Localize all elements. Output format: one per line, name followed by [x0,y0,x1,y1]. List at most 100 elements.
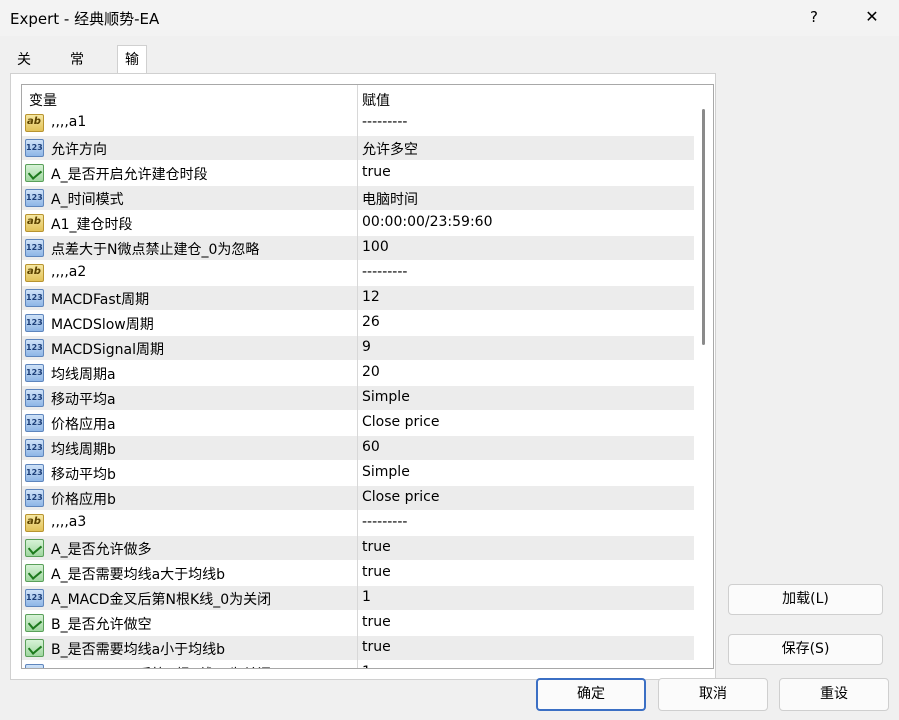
variable-name: MACDSlow周期 [51,317,154,333]
ok-button[interactable]: 确定 [536,678,646,711]
grid-rows: ,,,,a1---------允许方向允许多空A_是否开启允许建仓时段trueA… [22,111,694,668]
numeric-param-icon [25,339,44,357]
variable-name: A_是否需要均线a大于均线b [51,567,226,583]
tab-about[interactable]: 关于 [10,47,38,94]
numeric-param-icon [25,489,44,507]
variable-value[interactable]: Simple [362,464,410,480]
table-row[interactable]: A_时间模式 电脑时间 [22,186,694,211]
variable-value[interactable]: --------- [362,514,407,530]
table-row[interactable]: ,,,,a2 --------- [22,261,694,286]
variable-value[interactable]: 12 [362,289,380,305]
table-row[interactable]: 点差大于N微点禁止建仓_0为忽略 100 [22,236,694,261]
table-row[interactable]: MACDFast周期 12 [22,286,694,311]
variable-value[interactable]: true [362,164,391,180]
variable-name: B_是否允许做空 [51,617,152,633]
variable-name: B_是否需要均线a小于均线b [51,642,226,658]
variable-value[interactable]: 26 [362,314,380,330]
header-variable[interactable]: 变量 [29,90,57,110]
table-row[interactable]: B_是否允许做空 true [22,611,694,636]
numeric-param-icon [25,364,44,382]
variable-value[interactable]: 1 [362,664,371,668]
tab-inputs[interactable]: 输入参数 [117,45,147,152]
save-button[interactable]: 保存(S) [728,634,883,665]
string-param-icon [25,264,44,282]
boolean-param-icon [25,539,44,557]
variable-name: ,,,,a1 [51,114,87,130]
table-row[interactable]: ,,,,a3 --------- [22,511,694,536]
help-button[interactable]: ? [800,0,828,34]
boolean-param-icon [25,564,44,582]
scrollbar-thumb[interactable] [702,109,705,345]
table-row[interactable]: ,,,,a1 --------- [22,111,694,136]
table-row[interactable]: 均线周期a 20 [22,361,694,386]
table-row[interactable]: B_是否需要均线a小于均线b true [22,636,694,661]
variable-name: A1_建仓时段 [51,217,133,233]
table-row[interactable]: 移动平均b Simple [22,461,694,486]
string-param-icon [25,514,44,532]
variable-name: 价格应用a [51,417,116,433]
variable-name: A_是否开启允许建仓时段 [51,167,208,183]
tab-common[interactable]: 常用 [63,47,91,94]
variable-value[interactable]: 100 [362,239,389,255]
grid-header: 变量 赋值 [22,85,694,112]
variable-value[interactable]: 允许多空 [362,139,418,159]
variable-name: 价格应用b [51,492,116,508]
load-button[interactable]: 加载(L) [728,584,883,615]
variable-value[interactable]: 60 [362,439,380,455]
table-row[interactable]: 允许方向 允许多空 [22,136,694,161]
variable-value[interactable]: true [362,614,391,630]
variable-value[interactable]: 1 [362,589,371,605]
reset-button[interactable]: 重设 [779,678,889,711]
table-row[interactable]: A_是否允许做多 true [22,536,694,561]
table-row[interactable]: 移动平均a Simple [22,386,694,411]
numeric-param-icon [25,189,44,207]
table-row[interactable]: A_是否需要均线a大于均线b true [22,561,694,586]
variable-name: MACDFast周期 [51,292,150,308]
string-param-icon [25,114,44,132]
table-row[interactable]: MACDSlow周期 26 [22,311,694,336]
header-value[interactable]: 赋值 [362,90,390,110]
variable-value[interactable]: 电脑时间 [362,189,418,209]
table-row[interactable]: B_MACD死叉后第N根K线_0为关闭 1 [22,661,694,668]
boolean-param-icon [25,639,44,657]
column-divider [357,85,358,668]
variable-name: 移动平均a [51,392,116,408]
variable-value[interactable]: true [362,564,391,580]
numeric-param-icon [25,139,44,157]
variable-value[interactable]: 9 [362,339,371,355]
numeric-param-icon [25,289,44,307]
table-row[interactable]: 价格应用a Close price [22,411,694,436]
variable-value[interactable]: Simple [362,389,410,405]
variable-value[interactable]: --------- [362,114,407,130]
table-row[interactable]: A_是否开启允许建仓时段 true [22,161,694,186]
vertical-scrollbar[interactable] [694,85,713,668]
variable-value[interactable]: --------- [362,264,407,280]
variable-name: 均线周期a [51,367,116,383]
variable-value[interactable]: Close price [362,414,439,430]
parameters-grid: 变量 赋值 ,,,,a1---------允许方向允许多空A_是否开启允许建仓时… [21,84,714,669]
variable-name: A_时间模式 [51,192,124,208]
variable-value[interactable]: 20 [362,364,380,380]
close-button[interactable]: ✕ [856,0,888,34]
table-row[interactable]: MACDSignal周期 9 [22,336,694,361]
variable-name: 允许方向 [51,142,107,158]
variable-name: A_是否允许做多 [51,542,152,558]
variable-value[interactable]: true [362,639,391,655]
table-row[interactable]: 价格应用b Close price [22,486,694,511]
numeric-param-icon [25,314,44,332]
variable-name: B_MACD死叉后第N根K线_0为关闭 [51,664,271,668]
cancel-button[interactable]: 取消 [658,678,768,711]
variable-value[interactable]: Close price [362,489,439,505]
string-param-icon [25,214,44,232]
numeric-param-icon [25,464,44,482]
window-title: Expert - 经典顺势-EA [10,10,160,28]
variable-value[interactable]: 00:00:00/23:59:60 [362,214,492,230]
variable-name: A_MACD金叉后第N根K线_0为关闭 [51,592,272,608]
variable-name: ,,,,a2 [51,264,87,280]
numeric-param-icon [25,414,44,432]
table-row[interactable]: A1_建仓时段 00:00:00/23:59:60 [22,211,694,236]
title-bar: Expert - 经典顺势-EA ? ✕ [0,0,899,36]
table-row[interactable]: 均线周期b 60 [22,436,694,461]
variable-value[interactable]: true [362,539,391,555]
table-row[interactable]: A_MACD金叉后第N根K线_0为关闭 1 [22,586,694,611]
